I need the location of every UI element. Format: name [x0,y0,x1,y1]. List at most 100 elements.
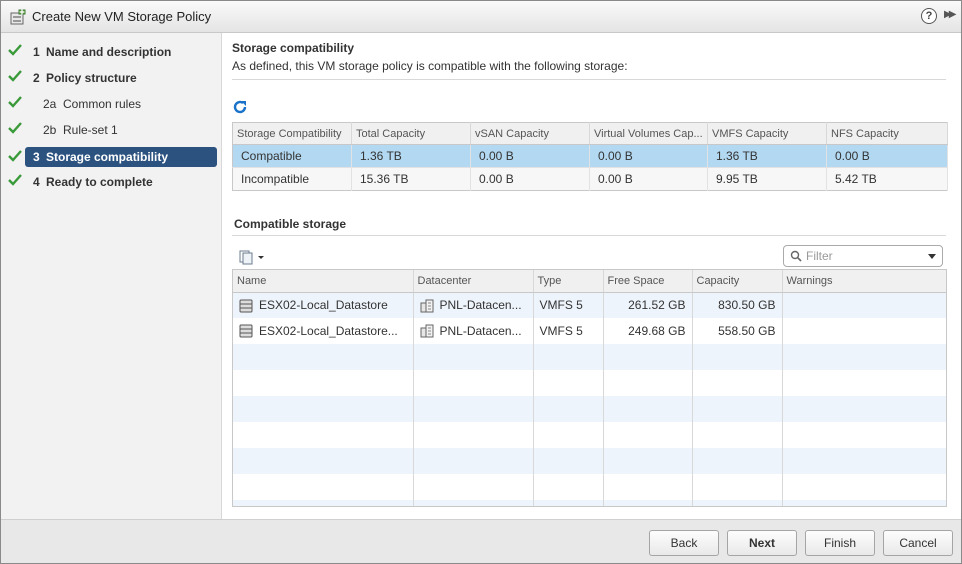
empty-row [233,344,946,370]
table-cell: 0.00 B [826,144,948,168]
filter-input[interactable] [806,248,916,264]
table-cell: 261.52 GB [603,292,693,318]
section-heading: Storage compatibility [232,41,355,55]
step-label: Ready to complete [46,175,153,189]
section-heading: Compatible storage [234,217,347,231]
datastore-icon [239,324,253,338]
empty-row [233,474,946,500]
table-cell [782,292,946,318]
table-cell: 0.00 B [589,144,708,168]
step-label: Rule-set 1 [63,123,118,137]
step-name-and-description[interactable]: 1 Name and description [1,41,221,63]
filter-field[interactable] [783,245,943,267]
help-icon[interactable]: ? [921,8,937,24]
table-cell: VMFS 5 [533,318,604,344]
column-header[interactable]: Type [533,270,604,293]
step-number: 3 [33,150,40,164]
table-cell: 1.36 TB [351,144,471,168]
divider [232,235,946,236]
wizard-footer: Back Next Finish Cancel [1,519,961,563]
step-number: 2b [43,123,57,137]
table-cell: Compatible [232,144,352,168]
table-row[interactable]: Incompatible 15.36 TB 0.00 B 0.00 B 9.95… [232,167,948,191]
table-cell: 9.95 TB [707,167,827,191]
empty-row [233,370,946,396]
table-header-row: Storage Compatibility Total Capacity vSA… [232,122,948,145]
table-cell: 15.36 TB [351,167,471,191]
table-cell: 249.68 GB [603,318,693,344]
table-cell: 1.36 TB [707,144,827,168]
table-cell: 0.00 B [470,167,590,191]
check-icon [8,122,22,134]
step-label: Storage compatibility [46,150,169,164]
column-header[interactable]: VMFS Capacity [707,122,827,145]
check-icon [8,96,22,108]
table-cell: 5.42 TB [826,167,948,191]
divider [232,79,946,80]
chevron-down-icon[interactable] [928,254,936,259]
finish-button[interactable]: Finish [805,530,875,556]
step-label: Name and description [46,45,172,59]
table-cell: PNL-Datacen... [413,318,534,344]
title-bar: Create New VM Storage Policy ? ▶▶ [1,1,961,33]
empty-row [233,396,946,422]
column-header[interactable]: Capacity [692,270,783,293]
step-common-rules[interactable]: 2a Common rules [1,93,221,115]
collapse-icon[interactable]: ▶▶ [944,9,958,25]
back-button[interactable]: Back [649,530,719,556]
table-header-row: Name Datacenter Type Free Space Capacity… [233,270,946,293]
table-cell: 0.00 B [589,167,708,191]
step-number: 2a [43,97,57,111]
step-number: 1 [33,45,40,59]
table-cell: 830.50 GB [692,292,783,318]
empty-row [233,500,946,506]
compatible-storage-table: Name Datacenter Type Free Space Capacity… [233,270,946,506]
main-content: Storage compatibility As defined, this V… [222,33,961,519]
empty-row [233,422,946,448]
actions-icon[interactable] [237,249,267,265]
datacenter-icon [420,324,433,338]
datacenter-icon [420,299,433,313]
check-icon [8,70,22,82]
cancel-button[interactable]: Cancel [883,530,953,556]
table-cell: Incompatible [232,167,352,191]
column-header[interactable]: Warnings [782,270,946,293]
table-row[interactable]: Compatible 1.36 TB 0.00 B 0.00 B 1.36 TB… [232,144,948,168]
table-cell [782,318,946,344]
step-storage-compatibility[interactable]: 3 Storage compatibility [1,147,221,169]
wizard-window: Create New VM Storage Policy ? ▶▶ 1 Name… [0,0,962,564]
column-header[interactable]: vSAN Capacity [470,122,590,145]
window-title: Create New VM Storage Policy [32,9,212,24]
step-number: 2 [33,71,40,85]
step-label: Policy structure [46,71,137,85]
step-label: Common rules [63,97,142,111]
table-row[interactable]: ESX02-Local_Datastore PNL-Datacen... VMF… [233,292,946,318]
column-header[interactable]: Total Capacity [351,122,471,145]
step-number: 4 [33,175,40,189]
check-icon [8,174,22,186]
datastore-name: ESX02-Local_Datastore [259,297,388,312]
table-row[interactable]: ESX02-Local_Datastore... PNL-Datacen... … [233,318,946,344]
step-policy-structure[interactable]: 2 Policy structure [1,67,221,89]
check-icon [8,150,22,162]
table-cell: 558.50 GB [692,318,783,344]
check-icon [8,44,22,56]
datastore-icon [239,299,253,313]
step-ready-to-complete[interactable]: 4 Ready to complete [1,171,221,193]
next-button[interactable]: Next [727,530,797,556]
column-header[interactable]: Free Space [603,270,693,293]
datacenter-name: PNL-Datacen... [439,323,522,338]
datastore-name: ESX02-Local_Datastore... [259,323,398,338]
refresh-icon[interactable] [232,99,248,115]
column-header[interactable]: NFS Capacity [826,122,948,145]
column-header[interactable]: Name [233,270,414,293]
wizard-steps: 1 Name and description 2 Policy structur… [1,33,222,519]
column-header[interactable]: Datacenter [413,270,534,293]
empty-row [233,448,946,474]
column-header[interactable]: Storage Compatibility [232,122,352,145]
column-header[interactable]: Virtual Volumes Cap... [589,122,708,145]
table-cell: VMFS 5 [533,292,604,318]
table-cell: ESX02-Local_Datastore [233,292,414,318]
step-rule-set-1[interactable]: 2b Rule-set 1 [1,119,221,141]
search-icon [790,250,802,262]
